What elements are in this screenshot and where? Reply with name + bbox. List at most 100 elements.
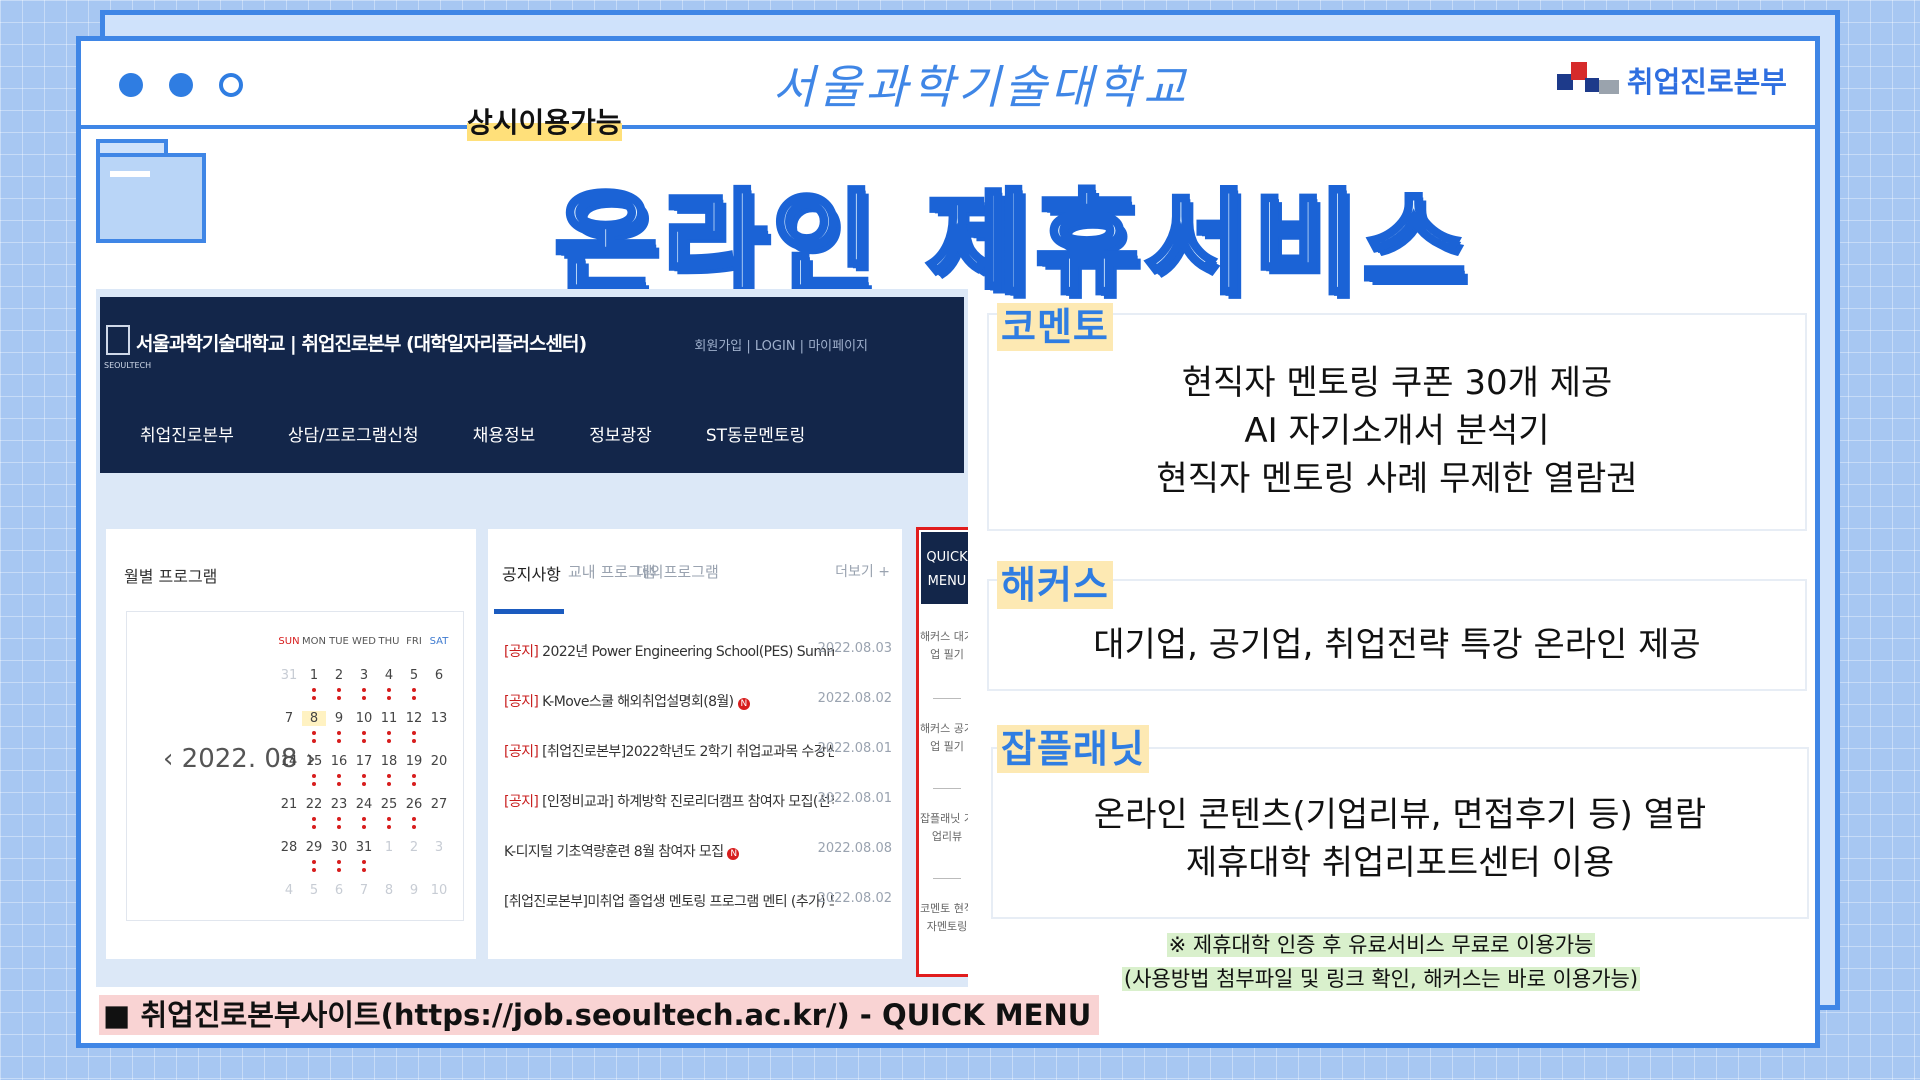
calendar-day[interactable]: 30 — [327, 840, 351, 855]
calendar-event-dot — [337, 868, 341, 872]
site-nav: 취업진로본부 상담/프로그램신청 채용정보 정보광장 ST동문멘토링 — [140, 421, 859, 446]
calendar-day[interactable]: 2 — [402, 840, 426, 855]
calendar-event-dot — [387, 696, 391, 700]
service-line: 온라인 콘텐츠(기업리뷰, 면접후기 등) 열람 — [1093, 795, 1707, 835]
calendar-weekday: MON — [302, 636, 326, 647]
calendar-event-dot — [337, 825, 341, 829]
quick-item-hackers-enterprise[interactable]: 해커스 대기업 필기 — [919, 628, 968, 664]
notice-row[interactable]: [공지] 2022년 Power Engineering School(PES)… — [504, 641, 834, 661]
calendar-event-dot — [312, 868, 316, 872]
calendar-day[interactable]: 28 — [277, 840, 301, 855]
calendar-day[interactable]: 7 — [277, 711, 301, 726]
notice-date: 2022.08.01 — [817, 741, 892, 756]
calendar-day[interactable]: 5 — [402, 668, 426, 683]
calendar-event-dot — [387, 817, 391, 821]
calendar-day[interactable]: 15 — [302, 754, 326, 769]
calendar-day[interactable]: 1 — [377, 840, 401, 855]
service-label-hackers: 해커스 — [997, 561, 1113, 609]
calendar-day[interactable]: 24 — [352, 797, 376, 812]
calendar-day[interactable]: 9 — [327, 711, 351, 726]
calendar-day[interactable]: 8 — [377, 883, 401, 898]
notice-tag: [공지] — [504, 644, 539, 660]
calendar-day[interactable]: 22 — [302, 797, 326, 812]
notice-text: [취업진로본부]미취업 졸업생 멘토링 프로그램 멘티 (추가) 모집 — [504, 894, 834, 910]
window-dot-filled — [169, 73, 193, 97]
notice-text: 2022년 Power Engineering School(PES) Summ… — [542, 644, 834, 660]
notice-date: 2022.08.02 — [817, 691, 892, 706]
calendar-day[interactable]: 10 — [352, 711, 376, 726]
calendar-panel: 월별 프로그램 ‹ 2022. 08 › SUN MON TUE WED THU FRI S… — [106, 529, 476, 959]
nav-item[interactable]: 정보광장 — [589, 421, 652, 446]
calendar-day[interactable]: 11 — [377, 711, 401, 726]
calendar-event-dot — [362, 782, 366, 786]
calendar-day[interactable]: 5 — [302, 883, 326, 898]
site-top-links[interactable]: 회원가입 | LOGIN | 마이페이지 — [694, 335, 868, 354]
calendar-day[interactable]: 25 — [377, 797, 401, 812]
quick-item-comento[interactable]: 코멘토 현직자멘토링 — [919, 900, 968, 936]
calendar-event-dot — [412, 739, 416, 743]
calendar-event-dot — [412, 731, 416, 735]
calendar-day[interactable]: 6 — [327, 883, 351, 898]
calendar-day[interactable]: 12 — [402, 711, 426, 726]
calendar-day[interactable]: 31 — [277, 668, 301, 683]
calendar-day[interactable]: 23 — [327, 797, 351, 812]
calendar-day[interactable]: 4 — [277, 883, 301, 898]
calendar-day[interactable]: 19 — [402, 754, 426, 769]
calendar-day[interactable]: 6 — [427, 668, 451, 683]
notice-date: 2022.08.02 — [817, 891, 892, 906]
calendar-day[interactable]: 3 — [352, 668, 376, 683]
nav-item[interactable]: 취업진로본부 — [140, 421, 234, 446]
calendar-day[interactable]: 8 — [302, 711, 326, 726]
calendar-day[interactable]: 20 — [427, 754, 451, 769]
calendar-day[interactable]: 2 — [327, 668, 351, 683]
calendar-day[interactable]: 1 — [302, 668, 326, 683]
calendar-weekday: TUE — [329, 636, 349, 647]
calendar-day[interactable]: 26 — [402, 797, 426, 812]
calendar-day[interactable]: 13 — [427, 711, 451, 726]
tab-external-programs[interactable]: 대외프로그램 — [636, 561, 719, 582]
calendar-day[interactable]: 4 — [377, 668, 401, 683]
calendar-event-dot — [337, 731, 341, 735]
calendar-weekday: WED — [352, 636, 376, 647]
calendar-day[interactable]: 18 — [377, 754, 401, 769]
quick-item-hackers-public[interactable]: 해커스 공기업 필기 — [919, 720, 968, 756]
notice-panel: 공지사항 교내 프로그램 대외프로그램 더보기 + [공지] 2022년 Pow… — [488, 529, 902, 959]
more-link[interactable]: 더보기 + — [835, 561, 890, 581]
calendar-event-dot — [387, 774, 391, 778]
calendar-weekday: FRI — [406, 636, 422, 647]
service-line: 현직자 멘토링 사례 무제한 열람권 — [1156, 459, 1638, 499]
nav-item[interactable]: ST동문멘토링 — [706, 421, 805, 446]
calendar-event-dot — [312, 860, 316, 864]
new-icon: N — [737, 698, 750, 710]
folder-icon — [96, 153, 206, 243]
calendar-event-dot — [312, 782, 316, 786]
calendar-day[interactable]: 27 — [427, 797, 451, 812]
calendar-day[interactable]: 9 — [402, 883, 426, 898]
calendar-day[interactable]: 14 — [277, 754, 301, 769]
calendar-day[interactable]: 17 — [352, 754, 376, 769]
calendar-day[interactable]: 7 — [352, 883, 376, 898]
notice-row[interactable]: [공지] [인정비교과] 하계방학 진로리더캠프 참여자 모집(선착순 ... — [504, 791, 834, 811]
notice-row[interactable]: [공지] K-Move스쿨 해외취업설명회(8월) N — [504, 691, 834, 711]
notice-row[interactable]: [공지] [취업진로본부]2022학년도 2학기 취업교과목 수강신청 ... — [504, 741, 834, 761]
quick-item-jobplanet[interactable]: 잡플래닛 기업리뷰 — [919, 810, 968, 846]
calendar-day[interactable]: 31 — [352, 840, 376, 855]
calendar-weekday: SAT — [429, 636, 449, 647]
calendar-day[interactable]: 21 — [277, 797, 301, 812]
notice-row[interactable]: [취업진로본부]미취업 졸업생 멘토링 프로그램 멘티 (추가) 모집N — [504, 891, 834, 911]
calendar-event-dot — [362, 696, 366, 700]
calendar-day[interactable]: 29 — [302, 840, 326, 855]
nav-item[interactable]: 채용정보 — [473, 421, 536, 446]
calendar-event-dot — [312, 817, 316, 821]
calendar-event-dot — [362, 817, 366, 821]
nav-item[interactable]: 상담/프로그램신청 — [288, 421, 419, 446]
notice-row[interactable]: K-디지털 기초역량훈련 8월 참여자 모집 N — [504, 841, 834, 861]
notice-text: K-Move스쿨 해외취업설명회(8월) — [538, 694, 734, 710]
calendar-event-dot — [412, 782, 416, 786]
calendar-day[interactable]: 16 — [327, 754, 351, 769]
tab-notices[interactable]: 공지사항 — [502, 561, 561, 585]
calendar-day[interactable]: 10 — [427, 883, 451, 898]
calendar-day[interactable]: 3 — [427, 840, 451, 855]
calendar-event-dot — [337, 782, 341, 786]
site-header-title[interactable]: 서울과학기술대학교 | 취업진로본부 (대학일자리플러스센터) — [136, 329, 587, 356]
